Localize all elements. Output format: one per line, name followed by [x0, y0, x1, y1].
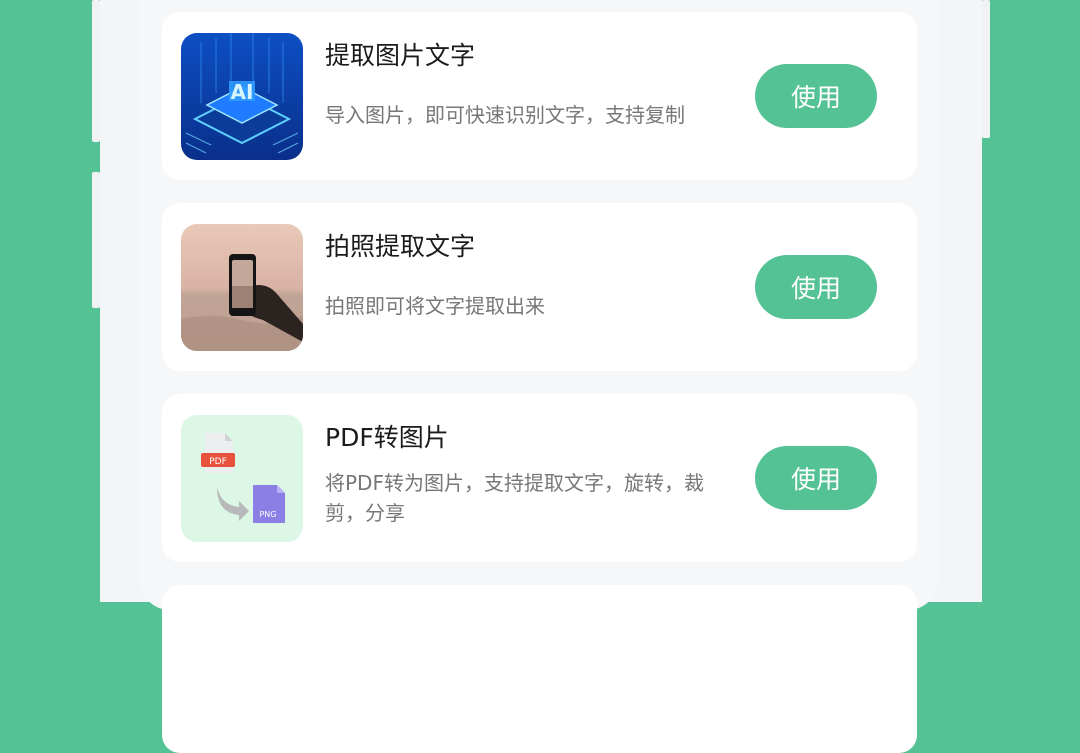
right-edge-tab — [982, 0, 990, 138]
tool-title: 拍照提取文字 — [325, 232, 476, 261]
tool-card-partial[interactable] — [162, 585, 917, 753]
tool-description: 拍照即可将文字提取出来 — [325, 294, 545, 318]
tool-card-extract-image-text[interactable]: AI 提取图片文字 导入图片，即可快速识别文字，支持复制 使用 — [162, 12, 917, 180]
pdf-to-png-icon: PDF PNG — [181, 415, 303, 542]
use-button[interactable]: 使用 — [755, 255, 877, 319]
ai-chip-image-icon: AI — [181, 33, 303, 160]
left-edge-tab-lower — [92, 172, 100, 308]
svg-text:AI: AI — [231, 80, 254, 104]
tool-card-photo-extract-text[interactable]: 拍照提取文字 拍照即可将文字提取出来 使用 — [162, 203, 917, 371]
use-button[interactable]: 使用 — [755, 64, 877, 128]
tool-title: PDF转图片 — [325, 423, 449, 452]
tool-card-pdf-to-image[interactable]: PDF PNG PDF转图片 将PDF转为图片，支持提取文字，旋转，裁剪，分享 … — [162, 394, 917, 562]
svg-text:PDF: PDF — [209, 457, 227, 467]
tool-description: 导入图片，即可快速识别文字，支持复制 — [325, 103, 685, 127]
left-edge-tab — [92, 0, 100, 142]
tool-title: 提取图片文字 — [325, 41, 476, 70]
camera-photo-icon — [181, 224, 303, 351]
tool-description: 将PDF转为图片，支持提取文字，旋转，裁剪，分享 — [325, 471, 704, 525]
svg-text:PNG: PNG — [259, 510, 276, 519]
use-button[interactable]: 使用 — [755, 446, 877, 510]
